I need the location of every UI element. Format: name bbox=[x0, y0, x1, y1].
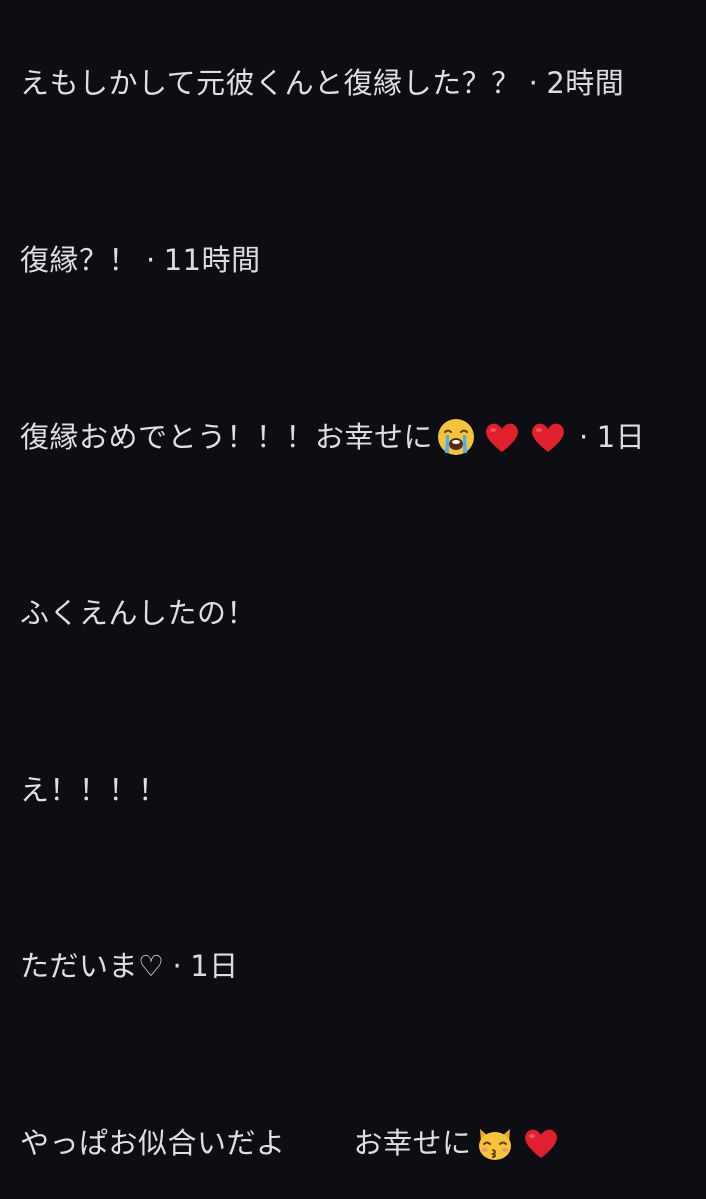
comment-timestamp: · 11時間 bbox=[146, 235, 261, 285]
kissing-cat-face-icon bbox=[475, 1123, 515, 1163]
red-heart-icon bbox=[482, 417, 522, 457]
timestamp-value: 1日 bbox=[190, 949, 239, 983]
comment-7[interactable]: やっぱお似合いだよ お幸せに bbox=[20, 1118, 696, 1168]
comment-timestamp: · 1日 bbox=[173, 941, 239, 991]
comment-5[interactable]: え！！！！ bbox=[20, 765, 696, 815]
loudly-crying-face-icon bbox=[436, 417, 476, 457]
separator-dot: · bbox=[172, 949, 183, 983]
separator-dot: · bbox=[146, 243, 156, 277]
comment-4[interactable]: ふくえんしたの！ bbox=[20, 588, 696, 638]
comment-text: え！！！！ bbox=[20, 773, 168, 807]
comment-1[interactable]: えもしかして元彼くんと復縁した？？ · 2時間 bbox=[20, 58, 696, 108]
comment-6[interactable]: ただいま♡ · 1日 bbox=[20, 941, 696, 991]
timestamp-value: 2時間 bbox=[546, 66, 625, 100]
comment-text: ふくえんしたの！ bbox=[20, 596, 257, 630]
comment-text: お幸せに bbox=[353, 1126, 472, 1160]
comment-3[interactable]: 復縁おめでとう！！！お幸せに · 1日 bbox=[20, 412, 696, 462]
comment-text: えもしかして元彼くんと復縁した？？ bbox=[20, 66, 521, 100]
comment-text: ただいま♡ bbox=[20, 949, 165, 983]
comment-2[interactable]: 復縁？！ · 11時間 bbox=[20, 235, 696, 285]
red-heart-icon bbox=[528, 417, 568, 457]
comment-thread: えもしかして元彼くんと復縁した？？ · 2時間 復縁？！ · 11時間 復縁おめでと… bbox=[0, 0, 706, 1199]
timestamp-value: 11時間 bbox=[163, 243, 261, 277]
red-heart-icon bbox=[521, 1123, 561, 1163]
separator-dot: · bbox=[579, 420, 589, 454]
comment-text: 復縁？！ bbox=[20, 243, 139, 277]
comment-timestamp: · 1日 bbox=[579, 412, 645, 462]
separator-dot: · bbox=[528, 66, 539, 100]
comment-timestamp: · 2時間 bbox=[529, 58, 625, 108]
comment-text: 復縁おめでとう！！！お幸せに bbox=[20, 420, 434, 454]
comment-text: やっぱお似合いだよ bbox=[20, 1126, 286, 1160]
timestamp-value: 1日 bbox=[596, 420, 646, 454]
